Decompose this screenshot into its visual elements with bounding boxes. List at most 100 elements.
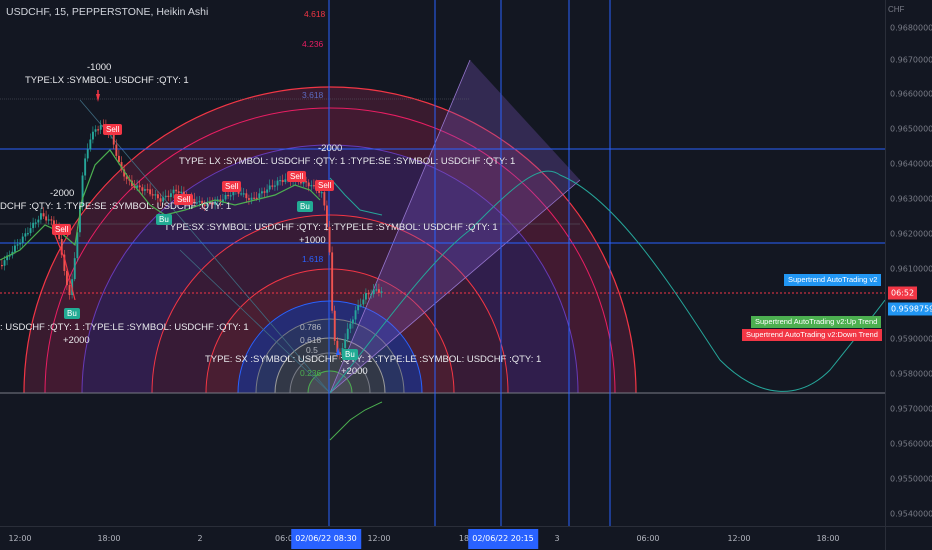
trade-annotation: TYPE: LX :SYMBOL: USDCHF :QTY: 1 :TYPE:S… [179, 156, 516, 167]
candle-body [47, 219, 50, 221]
time-badge: 02/06/22 08:30 [291, 529, 361, 549]
sell-signal[interactable]: Sell [315, 180, 335, 191]
candle-body [331, 252, 334, 311]
sell-signal[interactable]: Sell [222, 181, 242, 192]
buy-signal[interactable]: Bu [156, 214, 172, 225]
price-tick: 0.9540000 [890, 509, 932, 519]
time-tick: 12:00 [727, 534, 751, 543]
candle-body [115, 144, 118, 156]
price-tick: 0.9660000 [890, 89, 932, 99]
trade-annotation: +2000 [341, 366, 368, 377]
price-tick: 0.9630000 [890, 194, 932, 204]
candle-body [318, 190, 321, 193]
candle-body [89, 139, 92, 150]
candle-body [344, 339, 347, 349]
candle-body [92, 131, 94, 140]
buy-signal[interactable]: Bu [297, 201, 313, 212]
candle-body [323, 192, 326, 206]
currency-label: CHF [888, 5, 905, 14]
trade-annotation: DCHF :QTY: 1 :TYPE:SE :SYMBOL: USDCHF :Q… [0, 201, 232, 212]
candle-body [99, 125, 102, 130]
candle-body [354, 310, 357, 320]
candle-body [86, 149, 89, 159]
candle-body [73, 258, 76, 280]
price-tick: 0.9590000 [890, 334, 932, 344]
candle-body [21, 236, 24, 243]
buy-signal[interactable]: Bu [64, 308, 80, 319]
candle-body [19, 242, 22, 245]
candle-body [154, 194, 157, 196]
candle-body [245, 193, 248, 199]
fib-label: 0.618 [300, 335, 322, 345]
candle-body [24, 233, 27, 237]
candle-body [253, 197, 256, 199]
candle-body [346, 328, 349, 340]
price-tick: 0.9560000 [890, 439, 932, 449]
price-tick: 0.9620000 [890, 229, 932, 239]
buy-signal[interactable]: Bu [342, 349, 358, 360]
time-tick: 2 [197, 534, 203, 543]
candle-body [349, 323, 352, 329]
candle-body [180, 191, 183, 194]
sell-signal[interactable]: Sell [103, 124, 123, 135]
candle-body [281, 180, 284, 182]
candle-body [144, 189, 146, 191]
chart-title: USDCHF, 15, PEPPERSTONE, Heikin Ashi [6, 6, 209, 18]
legend-up-trend[interactable]: Supertrend AutoTrading v2:Up Trend [751, 316, 882, 328]
time-tick: 12:00 [367, 534, 391, 543]
price-tick: 0.9680000 [890, 23, 932, 33]
candle-body [333, 310, 336, 341]
legend-down-trend[interactable]: Supertrend AutoTrading v2:Down Trend [742, 329, 882, 341]
candle-body [248, 198, 250, 200]
candle-body [357, 305, 360, 311]
price-tick: 0.9550000 [890, 474, 932, 484]
fib-label: 0.236 [300, 368, 322, 378]
candle-body [310, 185, 313, 187]
candle-body [320, 192, 323, 194]
price-tick: 0.9610000 [890, 264, 932, 274]
candle-body [32, 222, 35, 229]
legend-supertrend[interactable]: Supertrend AutoTrading v2 [784, 274, 882, 286]
sell-signal[interactable]: Sell [287, 171, 307, 182]
candle-body [352, 319, 354, 324]
supertrend-up-line [329, 401, 383, 441]
trade-annotation: TYPE: SX :SYMBOL: USDCHF :QTY: 1 :TYPE:L… [205, 354, 542, 365]
candle-body [370, 294, 373, 296]
trade-annotation: +2000 [63, 335, 90, 346]
time-axis[interactable]: 12:00 18:00 2 06:0 12:00 18 3 06:00 12:0… [0, 526, 885, 550]
candle-body [138, 185, 141, 188]
fib-label: 1.618 [302, 254, 324, 264]
price-axis[interactable]: 0.9680000 0.9670000 0.9660000 0.9650000 … [885, 0, 932, 526]
candle-body [37, 219, 40, 223]
candle-body [141, 187, 144, 191]
fib-label: 0.786 [300, 322, 322, 332]
sell-signal[interactable]: Sell [174, 194, 194, 205]
candle-body [375, 289, 378, 291]
candle-body [362, 299, 365, 305]
candle-body [151, 194, 154, 196]
time-tick: 06:00 [636, 534, 660, 543]
candle-body [149, 189, 152, 195]
fib-label: 4.618 [304, 9, 326, 19]
candle-body [170, 193, 172, 197]
candle-body [266, 189, 269, 193]
candle-body [29, 228, 32, 234]
candle-body [284, 179, 287, 182]
candle-body [268, 185, 271, 190]
price-tick: 0.9670000 [890, 55, 932, 65]
candle-body [276, 180, 279, 186]
time-tick: 18:00 [97, 534, 121, 543]
candle-body [42, 213, 45, 217]
candle-body [146, 189, 149, 191]
fib-label: 4.236 [302, 39, 324, 49]
candle-body [164, 195, 167, 198]
candle-body [40, 213, 42, 220]
candle-body [274, 185, 276, 187]
candle-body [167, 195, 170, 197]
time-tick: 18:00 [816, 534, 840, 543]
candle-body [224, 194, 227, 200]
candle-body [45, 216, 48, 221]
candle-body [118, 155, 120, 163]
price-tick: 0.9640000 [890, 159, 932, 169]
sell-signal[interactable]: Sell [52, 224, 72, 235]
